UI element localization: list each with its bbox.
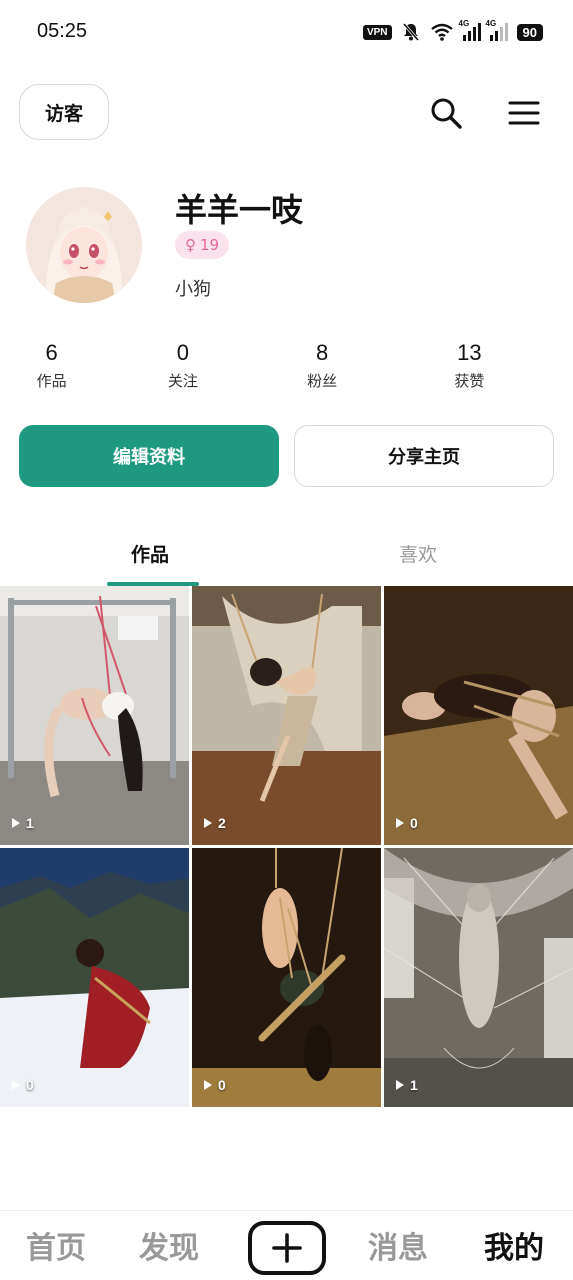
- edit-profile-button[interactable]: 编辑资料: [19, 425, 279, 487]
- nav-messages[interactable]: 消息: [368, 1223, 428, 1267]
- status-icons: VPN 4G 4G 90: [362, 19, 543, 42]
- profile-section: 羊羊一吱 ♀ 19 小狗: [0, 185, 573, 310]
- play-icon: [396, 1080, 404, 1090]
- bottom-nav: 首页 发现 消息 我的: [0, 1210, 573, 1280]
- username: 羊羊一吱: [175, 191, 304, 229]
- tab-likes[interactable]: 喜欢: [399, 540, 437, 567]
- stat-works[interactable]: 6 作品: [0, 340, 123, 395]
- work-tile[interactable]: 1: [384, 848, 573, 1107]
- play-count: 0: [12, 1077, 34, 1093]
- female-icon: ♀: [185, 236, 196, 254]
- share-profile-button[interactable]: 分享主页: [294, 425, 554, 487]
- work-tile[interactable]: 0: [0, 848, 189, 1107]
- menu-icon[interactable]: [507, 98, 541, 128]
- stat-followers[interactable]: 8 粉丝: [251, 340, 394, 395]
- wifi-icon: [430, 23, 453, 41]
- nav-me[interactable]: 我的: [484, 1223, 544, 1267]
- tab-works[interactable]: 作品: [131, 540, 169, 567]
- work-tile[interactable]: 0: [192, 848, 381, 1107]
- vpn-badge: VPN: [362, 24, 392, 40]
- play-count: 1: [12, 815, 34, 831]
- work-tile[interactable]: 1: [0, 586, 189, 845]
- action-row: 编辑资料 分享主页: [19, 425, 554, 487]
- stat-likes[interactable]: 13 获赞: [398, 340, 541, 395]
- content-tabs: 作品 喜欢: [0, 530, 573, 586]
- plus-icon: [272, 1233, 302, 1263]
- stats-row: 6 作品 0 关注 8 粉丝 13 获赞: [0, 340, 573, 395]
- works-grid: 1 2 0 0 0 1: [0, 586, 573, 1108]
- nav-discover[interactable]: 发现: [139, 1223, 199, 1267]
- nav-home[interactable]: 首页: [26, 1223, 86, 1267]
- play-icon: [204, 1080, 212, 1090]
- play-icon: [12, 818, 20, 828]
- create-post-button[interactable]: [248, 1221, 326, 1275]
- stat-following[interactable]: 0 关注: [111, 340, 254, 395]
- age-value: 19: [200, 236, 220, 254]
- bio: 小狗: [175, 279, 211, 300]
- mute-bell-icon: [402, 23, 419, 41]
- visitor-button[interactable]: 访客: [19, 84, 109, 140]
- status-time: 05:25: [37, 20, 88, 42]
- search-icon[interactable]: [429, 96, 463, 130]
- play-icon: [396, 818, 404, 828]
- signal-icon: 4G: [459, 19, 481, 41]
- battery-indicator: 90: [516, 23, 543, 41]
- play-icon: [204, 818, 212, 828]
- play-count: 0: [204, 1077, 226, 1093]
- work-tile[interactable]: 0: [384, 586, 573, 845]
- play-count: 1: [396, 1077, 418, 1093]
- gender-age-badge: ♀ 19: [175, 231, 230, 259]
- play-icon: [12, 1080, 20, 1090]
- signal-icon-2: 4G: [486, 19, 508, 41]
- play-count: 2: [204, 815, 226, 831]
- avatar[interactable]: [26, 187, 142, 303]
- top-bar: 访客: [0, 84, 573, 140]
- work-tile[interactable]: 2: [192, 586, 381, 845]
- status-bar: 05:25 VPN 4G 4G 90: [0, 0, 573, 64]
- play-count: 0: [396, 815, 418, 831]
